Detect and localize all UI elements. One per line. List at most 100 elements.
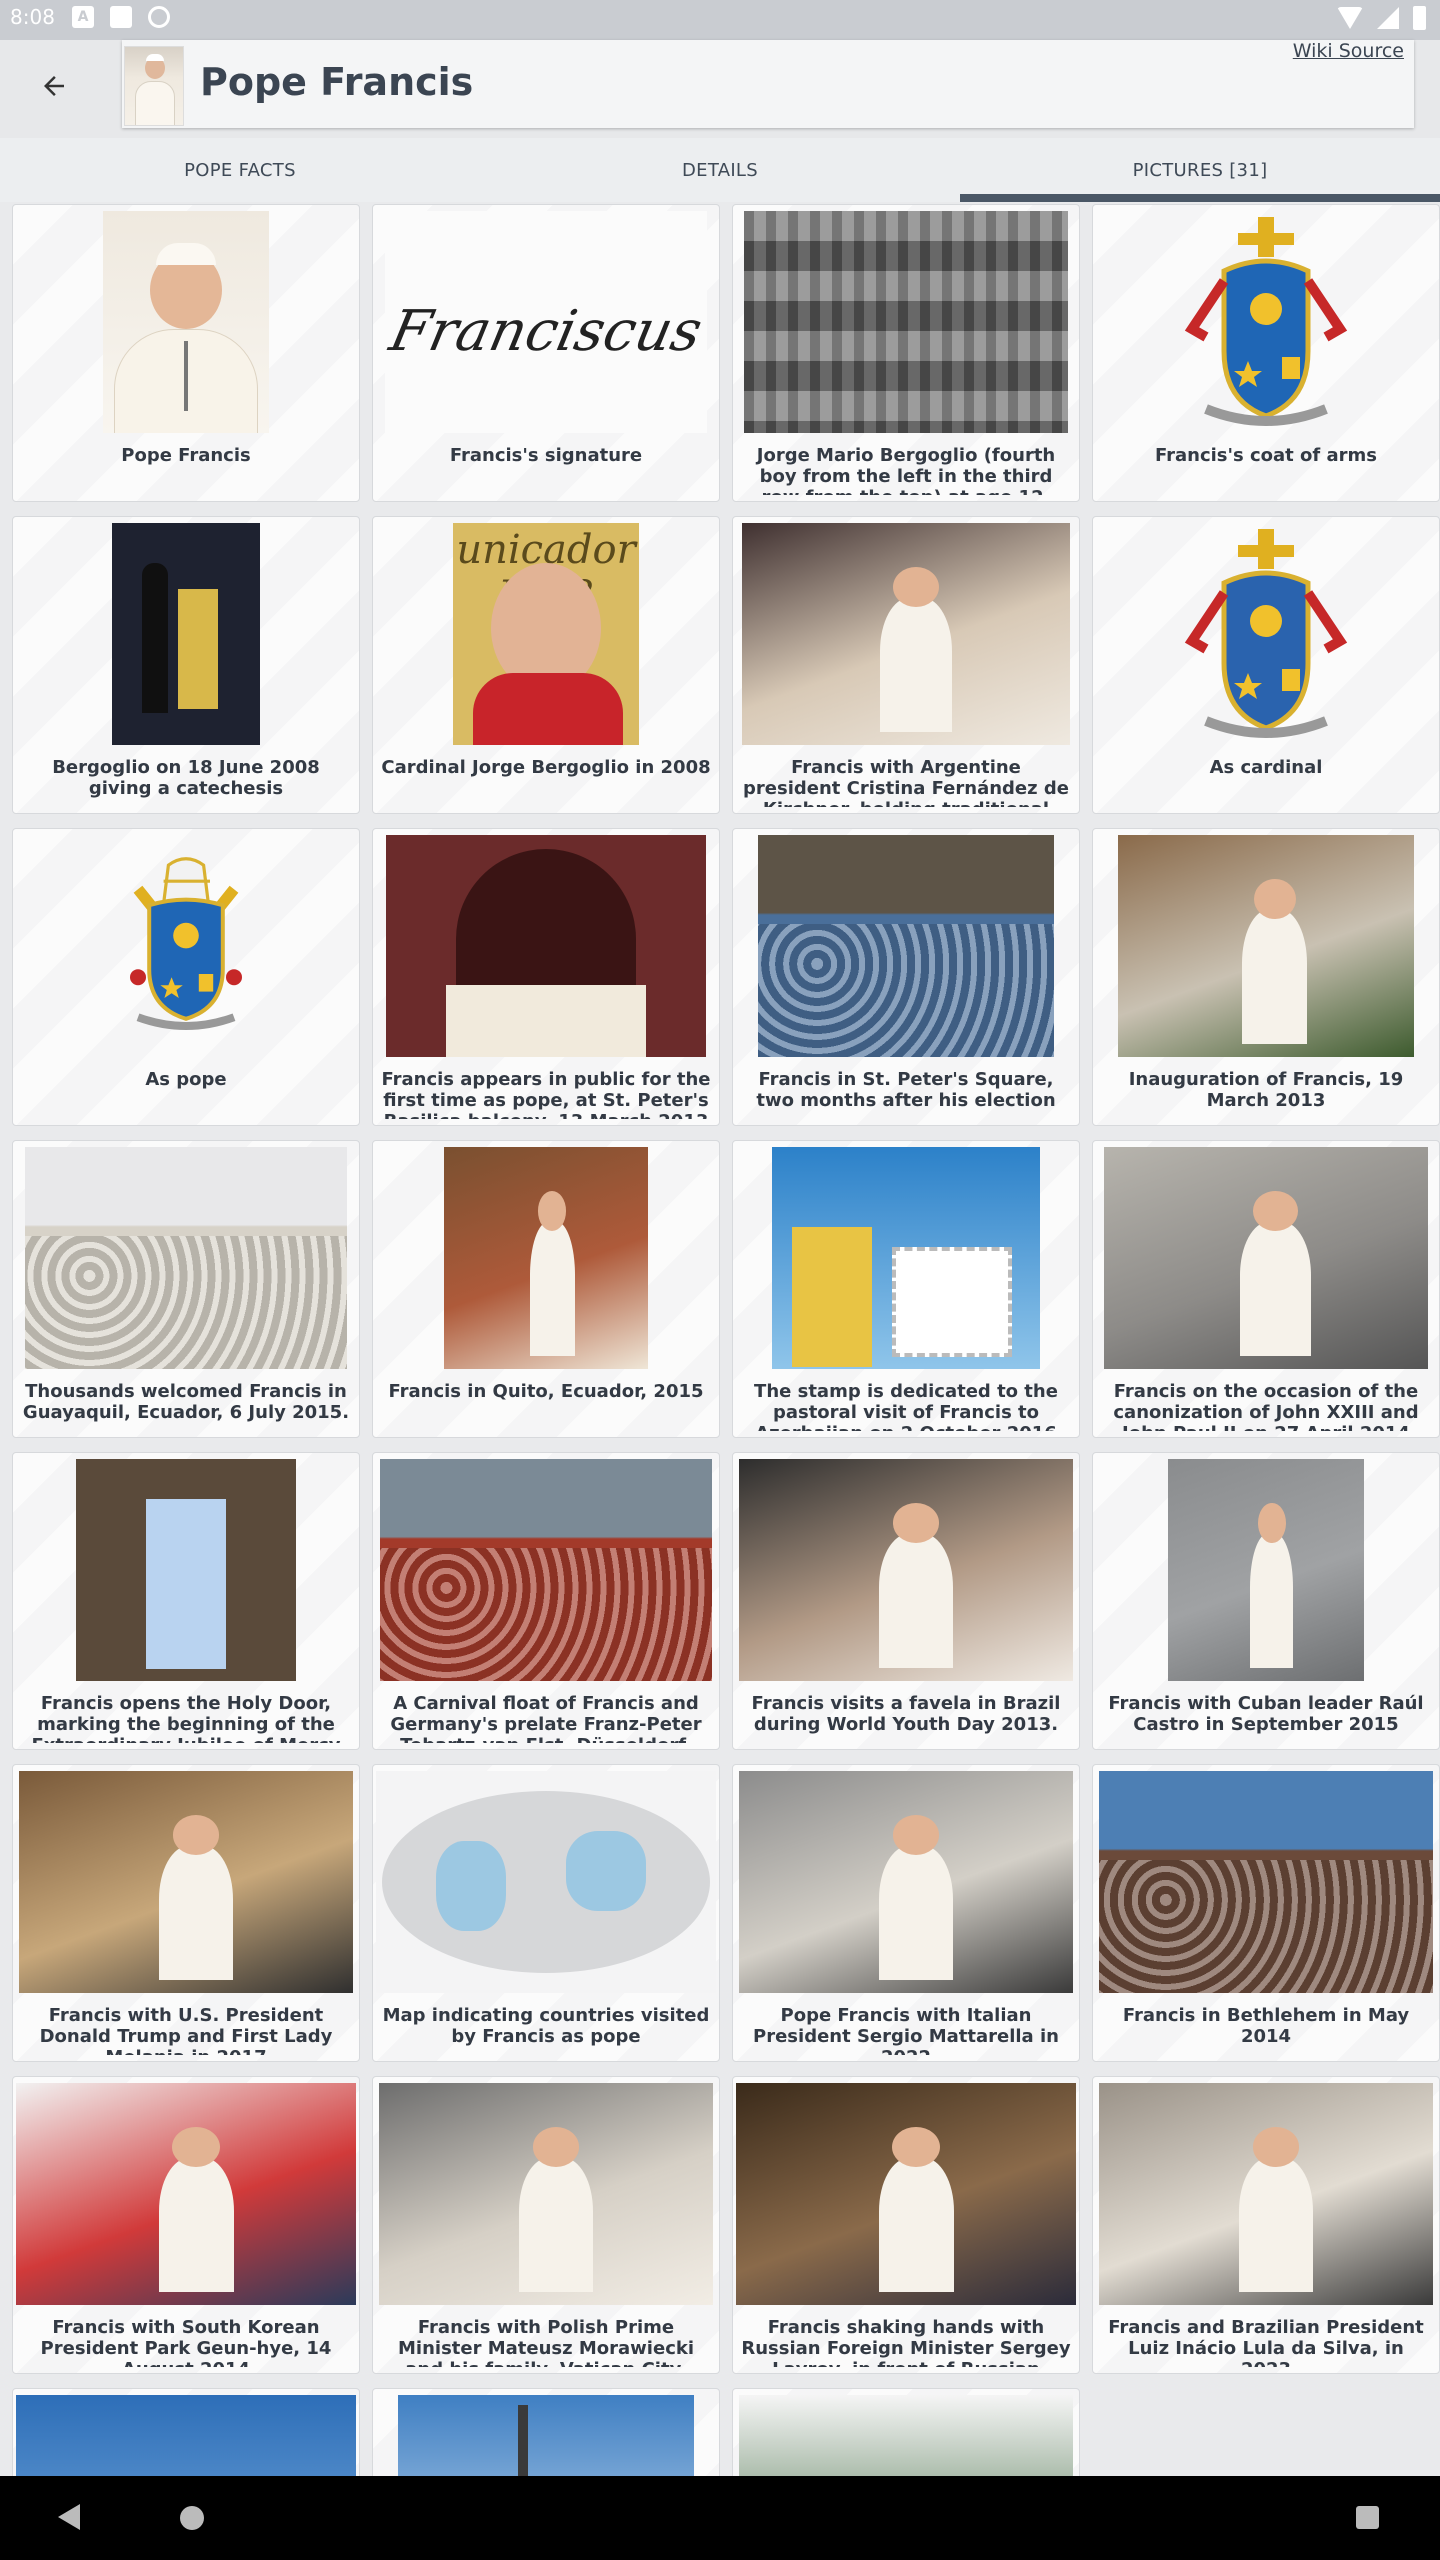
picture-caption: As pope <box>145 1069 227 1090</box>
picture-card[interactable]: Map indicating countries visited by Fran… <box>372 1764 720 2062</box>
battery-icon <box>1413 6 1426 30</box>
picture-card[interactable]: Francis shaking hands with Russian Forei… <box>732 2076 1080 2374</box>
picture-caption: Francis with U.S. President Donald Trump… <box>39 2005 333 2055</box>
picture-card[interactable]: Francis's coat of arms <box>1092 204 1440 502</box>
picture-card[interactable]: Thousands welcomed Francis in Guayaquil,… <box>12 1140 360 1438</box>
back-button[interactable] <box>30 62 78 110</box>
picture-card[interactable]: Francis visits a favela in Brazil during… <box>732 1452 1080 1750</box>
picture-card[interactable]: Pope Francis with Italian President Serg… <box>732 1764 1080 2062</box>
picture-caption: Francis's signature <box>449 445 643 466</box>
picture-caption: Bergoglio on 18 June 2008 giving a catec… <box>52 757 320 799</box>
wiki-source-link[interactable]: Wiki Source <box>1293 40 1404 62</box>
picture-card[interactable]: As pope <box>12 828 360 1126</box>
picture-image[interactable]: unicador D 08 <box>453 523 639 745</box>
picture-caption: Francis's coat of arms <box>1154 445 1378 466</box>
picture-image[interactable] <box>16 2083 356 2305</box>
picture-image[interactable] <box>739 1771 1073 1993</box>
picture-caption: Francis with Cuban leader Raúl Castro in… <box>1108 1693 1424 1735</box>
picture-image[interactable] <box>112 523 260 745</box>
picture-image[interactable] <box>736 2083 1076 2305</box>
picture-caption: Pope Francis <box>121 445 251 466</box>
picture-image[interactable] <box>103 211 269 433</box>
picture-image[interactable] <box>1166 523 1366 745</box>
picture-image[interactable] <box>1118 835 1414 1057</box>
nav-back-icon[interactable] <box>58 2504 80 2530</box>
picture-caption: Thousands welcomed Francis in Guayaquil,… <box>22 1381 350 1423</box>
picture-card[interactable]: Francis with Polish Prime Minister Mateu… <box>372 2076 720 2374</box>
picture-card[interactable]: Pope Francis <box>12 204 360 502</box>
picture-card[interactable]: A Carnival float of Francis and Germany'… <box>372 1452 720 1750</box>
picture-card[interactable]: Jorge Mario Bergoglio (fourth boy from t… <box>732 204 1080 502</box>
picture-caption: Francis opens the Holy Door, marking the… <box>32 1693 341 1743</box>
tab-pictures[interactable]: PICTURES [31] <box>960 138 1440 202</box>
picture-image[interactable] <box>742 523 1070 745</box>
picture-caption: Francis with Polish Prime Minister Mateu… <box>398 2317 694 2367</box>
picture-caption: Pope Francis with Italian President Serg… <box>753 2005 1059 2055</box>
signature-text: Franciscus <box>385 299 707 364</box>
picture-caption: Francis in Bethlehem in May 2014 <box>1122 2005 1410 2047</box>
tab-pope-facts[interactable]: POPE FACTS <box>0 138 480 202</box>
nav-recents-icon[interactable] <box>1356 2506 1379 2529</box>
picture-image[interactable] <box>386 835 706 1057</box>
app-bar: Pope Francis Wiki Source <box>0 40 1440 138</box>
picture-card[interactable]: Francis with Cuban leader Raúl Castro in… <box>1092 1452 1440 1750</box>
picture-image[interactable] <box>744 211 1068 433</box>
picture-image[interactable] <box>1099 2083 1433 2305</box>
picture-caption: Cardinal Jorge Bergoglio in 2008 <box>381 757 711 778</box>
nav-home-icon[interactable] <box>180 2506 204 2530</box>
status-time: 8:08 <box>10 5 55 29</box>
picture-image[interactable] <box>772 1147 1040 1369</box>
picture-image[interactable] <box>379 2083 713 2305</box>
app-root: 8:08 A Pope Francis Wiki Source POPE FAC… <box>0 0 1440 2560</box>
a-icon: A <box>72 6 94 28</box>
picture-image[interactable] <box>25 1147 347 1369</box>
picture-image[interactable] <box>758 835 1054 1057</box>
picture-card[interactable]: Bergoglio on 18 June 2008 giving a catec… <box>12 516 360 814</box>
picture-card[interactable]: Francis in St. Peter's Square, two month… <box>732 828 1080 1126</box>
picture-image[interactable] <box>380 1459 712 1681</box>
tab-details[interactable]: DETAILS <box>480 138 960 202</box>
picture-image[interactable] <box>76 1459 296 1681</box>
picture-image[interactable] <box>1104 1147 1428 1369</box>
picture-card[interactable]: Francis on the occasion of the canonizat… <box>1092 1140 1440 1438</box>
picture-caption: Francis appears in public for the first … <box>381 1069 711 1119</box>
picture-image[interactable] <box>19 1771 353 1993</box>
picture-image[interactable] <box>1168 1459 1364 1681</box>
title-box: Pope Francis Wiki Source <box>122 40 1414 128</box>
picture-caption: Francis with South Korean President Park… <box>40 2317 332 2367</box>
picture-caption: Francis with Argentine president Cristin… <box>743 757 1069 807</box>
picture-card[interactable]: Francis appears in public for the first … <box>372 828 720 1126</box>
picture-image[interactable] <box>106 835 266 1057</box>
picture-caption: The stamp is dedicated to the pastoral v… <box>754 1381 1058 1431</box>
picture-card[interactable]: Franciscus Francis's signature <box>372 204 720 502</box>
picture-caption: Map indicating countries visited by Fran… <box>382 2005 710 2047</box>
picture-image[interactable] <box>739 1459 1073 1681</box>
picture-caption: Francis shaking hands with Russian Forei… <box>741 2317 1071 2367</box>
picture-card[interactable]: Francis and Brazilian President Luiz Iná… <box>1092 2076 1440 2374</box>
page-title: Pope Francis <box>200 60 474 104</box>
picture-card[interactable]: Francis opens the Holy Door, marking the… <box>12 1452 360 1750</box>
picture-caption: Francis visits a favela in Brazil during… <box>751 1693 1061 1735</box>
picture-image[interactable]: Franciscus <box>385 211 707 433</box>
navigation-bar <box>0 2476 1440 2560</box>
circle-icon <box>148 6 170 28</box>
tab-bar: POPE FACTS DETAILS PICTURES [31] <box>0 138 1440 202</box>
picture-caption: Francis on the occasion of the canonizat… <box>1113 1381 1419 1431</box>
picture-image[interactable] <box>376 1771 716 1993</box>
picture-caption: Inauguration of Francis, 19 March 2013 <box>1128 1069 1404 1111</box>
picture-card[interactable]: Francis with U.S. President Donald Trump… <box>12 1764 360 2062</box>
picture-image[interactable] <box>1166 211 1366 433</box>
picture-image[interactable] <box>1099 1771 1433 1993</box>
picture-caption: Francis and Brazilian President Luiz Iná… <box>1108 2317 1424 2367</box>
picture-card[interactable]: Francis with South Korean President Park… <box>12 2076 360 2374</box>
tab-indicator <box>960 194 1440 202</box>
picture-caption: Francis in St. Peter's Square, two month… <box>756 1069 1056 1111</box>
picture-card[interactable]: unicador D 08 Cardinal Jorge Bergoglio in… <box>372 516 720 814</box>
picture-card[interactable]: Francis in Bethlehem in May 2014 <box>1092 1764 1440 2062</box>
picture-card[interactable]: Inauguration of Francis, 19 March 2013 <box>1092 828 1440 1126</box>
picture-card[interactable]: Francis with Argentine president Cristin… <box>732 516 1080 814</box>
picture-image[interactable] <box>444 1147 648 1369</box>
picture-card[interactable]: The stamp is dedicated to the pastoral v… <box>732 1140 1080 1438</box>
picture-card[interactable]: Francis in Quito, Ecuador, 2015 <box>372 1140 720 1438</box>
picture-card[interactable]: As cardinal <box>1092 516 1440 814</box>
